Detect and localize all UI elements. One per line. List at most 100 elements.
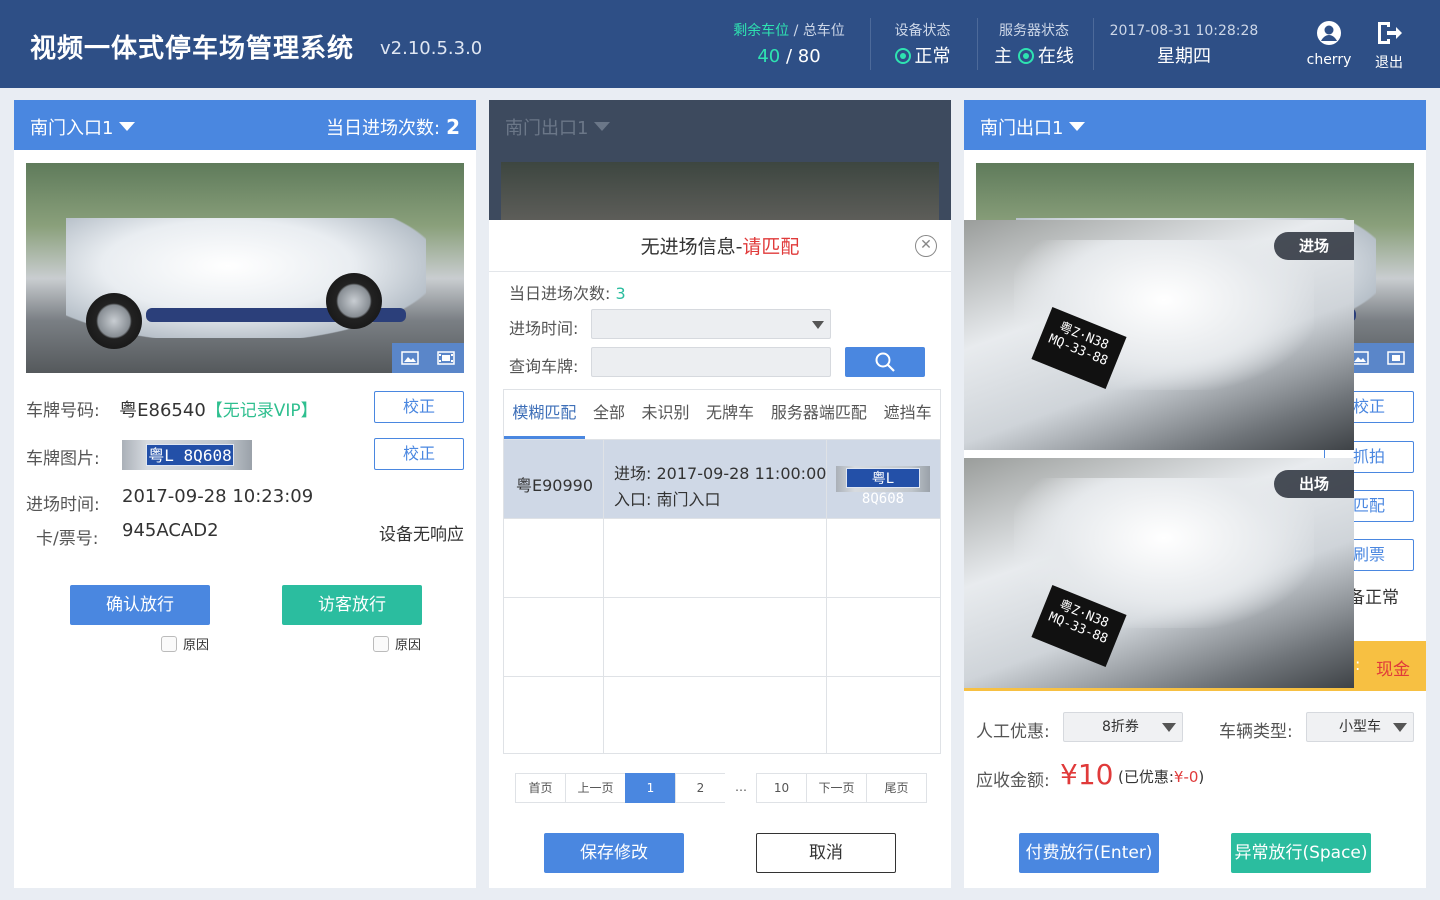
logout-icon [1378, 22, 1402, 44]
logout-button[interactable]: 退出 [1359, 20, 1419, 72]
table-row[interactable] [504, 598, 940, 677]
user-button[interactable]: cherry [1299, 20, 1359, 68]
table-row[interactable]: 粤E90990 进场: 2017-09-28 11:00:00 入口: 南门入口… [504, 440, 940, 519]
datetime: 2017-08-31 10:28:28 [1109, 23, 1259, 39]
vehicle-type-label: 车辆类型: [1219, 722, 1293, 742]
status-online-icon [1017, 48, 1034, 64]
save-button[interactable]: 保存修改 [544, 833, 684, 873]
card-label: 卡/票号: [36, 529, 99, 549]
entry-time-label: 进场时间: [26, 495, 100, 515]
plate-label: 车牌号码: [26, 401, 100, 421]
chevron-down-icon [1393, 723, 1407, 732]
plate-query-input[interactable] [591, 347, 831, 377]
plate-number-row: 车牌号码: 粤E86540【无记录VIP】 [26, 396, 318, 422]
discount-select[interactable]: 8折券 [1063, 712, 1183, 742]
car-photo [26, 163, 464, 373]
page-10[interactable]: 10 [756, 773, 807, 803]
card-value: 945ACAD2 [122, 520, 219, 541]
app-title: 视频一体式停车场管理系统 [30, 34, 355, 64]
chevron-down-icon [594, 122, 611, 131]
row-gate: 入口: 南门入口 [614, 490, 721, 509]
visitor-release-button[interactable]: 访客放行 [282, 585, 422, 625]
logout-label: 退出 [1375, 55, 1403, 71]
header-divider [977, 18, 978, 70]
amount-due: ¥10 [1060, 758, 1114, 791]
today-entry-count: 当日进场次数: 2 [326, 115, 460, 139]
dialog-title: 无进场信息-请匹配 [640, 236, 800, 258]
tab-server-match[interactable]: 服务器端匹配 [762, 390, 875, 439]
entry-time-label: 进场时间: [509, 319, 579, 338]
device-no-response: 设备无响应 [379, 525, 464, 545]
page-next[interactable]: 下一页 [806, 773, 867, 803]
match-table: 粤E90990 进场: 2017-09-28 11:00:00 入口: 南门入口… [503, 439, 941, 754]
video-icon[interactable] [1378, 343, 1414, 373]
abnormal-release-button[interactable]: 异常放行(Space) [1231, 833, 1371, 873]
entry-time-value: 2017-09-28 10:23:09 [122, 486, 314, 507]
today-count-row: 当日进场次数: 3 [509, 284, 626, 303]
server-status-value: 主 在线 [994, 46, 1074, 67]
confirm-release-button[interactable]: 确认放行 [70, 585, 210, 625]
plate-correct-button[interactable]: 校正 [374, 391, 464, 423]
tab-all[interactable]: 全部 [585, 390, 633, 439]
video-icon[interactable] [428, 343, 464, 373]
reason-checkbox[interactable]: 原因 [161, 634, 209, 653]
tab-fuzzy[interactable]: 模糊匹配 [504, 390, 585, 439]
page-1[interactable]: 1 [625, 773, 676, 803]
parking-spaces: 剩余车位 / 总车位 40 / 80 [725, 18, 853, 72]
user-icon [1317, 21, 1341, 45]
entry-camera-image[interactable] [26, 163, 464, 373]
status-ok-icon [894, 48, 911, 64]
page-2[interactable]: 2 [675, 773, 726, 803]
entry-snapshot[interactable]: 粤Z·N38 MQ-33-88 进场 [964, 220, 1354, 450]
chevron-down-icon [1162, 723, 1176, 732]
spaces-label: 剩余车位 / 总车位 [733, 23, 845, 39]
dimmed-panel-header: 南门出口1 [489, 100, 951, 150]
cancel-button[interactable]: 取消 [756, 833, 896, 873]
plate-image-correct-button[interactable]: 校正 [374, 438, 464, 470]
app-version: v2.10.5.3.0 [380, 38, 483, 59]
reason-checkbox[interactable]: 原因 [373, 634, 421, 653]
plate-image-label: 车牌图片: [26, 449, 100, 469]
close-icon[interactable]: ✕ [915, 235, 937, 257]
device-status-text: 备正常 [1348, 588, 1399, 608]
pay-release-button[interactable]: 付费放行(Enter) [1019, 833, 1159, 873]
discount-applied: (已优惠:¥-0) [1118, 768, 1205, 786]
amount-label: 应收金额: [976, 771, 1050, 791]
row-plate-image: 粤L 8Q608 [836, 466, 930, 507]
table-row[interactable] [504, 519, 940, 598]
lane-selector[interactable]: 南门入口1 [30, 114, 136, 140]
entry-panel: 南门入口1 当日进场次数: 2 车牌号码: 粤E86540【无记录VIP】 校正 … [14, 100, 476, 888]
server-status-label: 服务器状态 [999, 23, 1069, 39]
lane-selector[interactable]: 南门出口1 [980, 114, 1086, 140]
search-icon [875, 352, 895, 372]
exit-snapshot[interactable]: 粤Z·N38 MQ-33-88 出场 [964, 458, 1354, 688]
divider [489, 271, 951, 272]
user-name: cherry [1306, 52, 1352, 68]
row-entry: 进场: 2017-09-28 11:00:00 [614, 464, 827, 483]
entry-time-select[interactable] [591, 309, 831, 339]
dimmed-camera-image [501, 162, 939, 222]
page-last[interactable]: 尾页 [866, 773, 927, 803]
row-plate: 粤E90990 [516, 476, 594, 495]
plate-query-label: 查询车牌: [509, 357, 579, 376]
page-prev[interactable]: 上一页 [565, 773, 626, 803]
chevron-down-icon [812, 321, 824, 329]
entry-tag: 进场 [1274, 232, 1354, 260]
header-divider [1093, 18, 1094, 70]
tab-blocked[interactable]: 遮挡车 [875, 390, 940, 439]
datetime-block: 2017-08-31 10:28:28 星期四 [1104, 18, 1264, 72]
server-status: 服务器状态 主 在线 [988, 18, 1080, 72]
search-button[interactable] [845, 347, 925, 377]
match-tabs: 模糊匹配 全部 未识别 无牌车 服务器端匹配 遮挡车 [503, 389, 941, 439]
discount-label: 人工优惠: [976, 722, 1050, 742]
tab-no-plate[interactable]: 无牌车 [698, 390, 763, 439]
tab-unrecognized[interactable]: 未识别 [633, 390, 698, 439]
page-first[interactable]: 首页 [515, 773, 566, 803]
plate-image: 粤L 8Q608 [122, 440, 252, 470]
app-header: 视频一体式停车场管理系统 v2.10.5.3.0 剩余车位 / 总车位 40 /… [0, 0, 1440, 88]
spaces-value: 40 / 80 [757, 46, 821, 67]
exit-panel-header: 南门出口1 [964, 100, 1426, 150]
image-icon[interactable] [392, 343, 428, 373]
vehicle-type-select[interactable]: 小型车 [1306, 712, 1414, 742]
table-row[interactable] [504, 677, 940, 756]
